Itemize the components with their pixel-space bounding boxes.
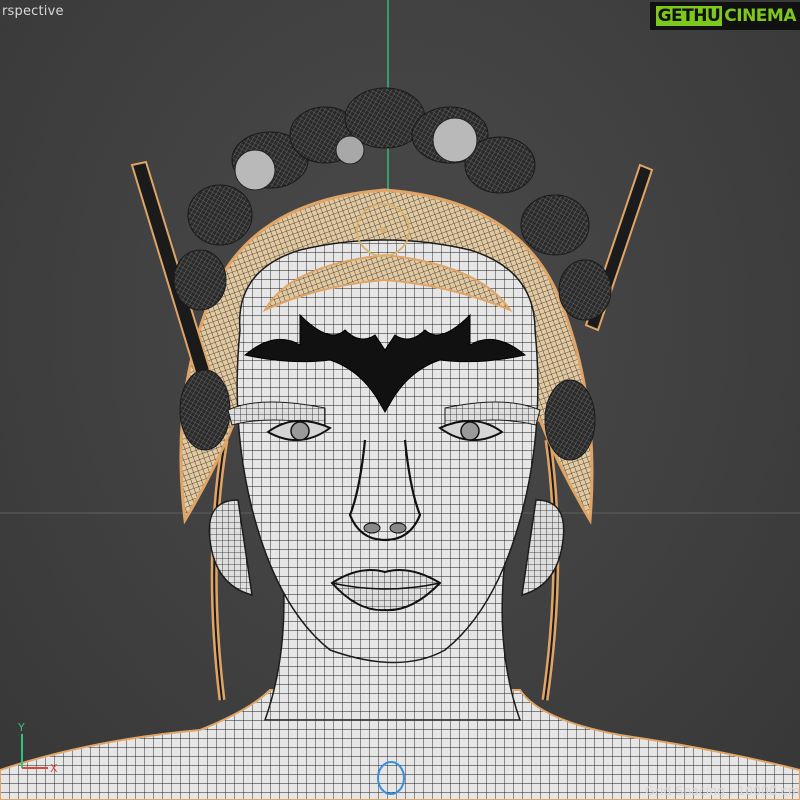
watermark-part1: GETHU — [655, 6, 723, 26]
axis-orientation-gizmo: Y X — [17, 721, 58, 775]
3d-viewport[interactable]: rspective GETHU CINEMA Y X Grid Spacing :… — [0, 0, 800, 800]
watermark-logo: GETHU CINEMA — [649, 2, 800, 30]
axis-x-label: X — [50, 762, 58, 775]
watermark-part2: CINEMA — [724, 6, 796, 26]
view-name-label[interactable]: rspective — [0, 2, 69, 22]
axis-y-label: Y — [17, 721, 25, 734]
viewport-scene[interactable] — [0, 0, 800, 800]
grid-spacing-readout: Grid Spacing : 10000 cm — [645, 783, 800, 798]
